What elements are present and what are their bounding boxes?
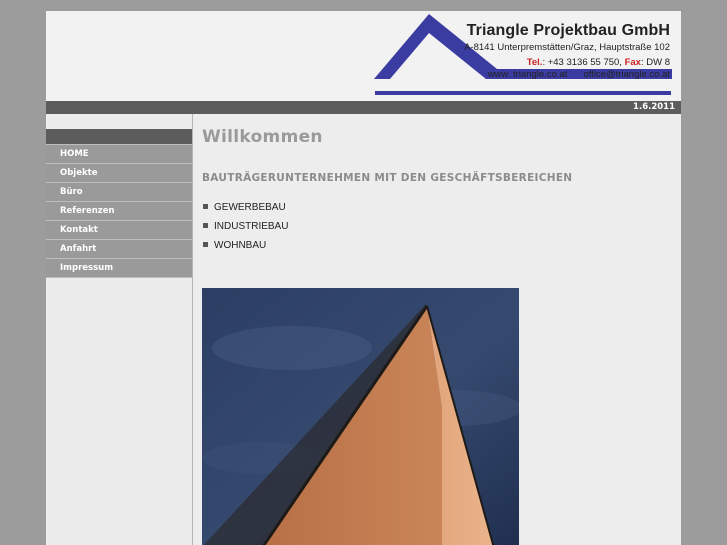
- fax-label: Fax: [624, 57, 641, 68]
- nav-item-buero[interactable]: Büro: [46, 182, 192, 201]
- website-link[interactable]: www. triangle.co.at: [488, 69, 568, 80]
- logo-underline: [375, 91, 671, 95]
- company-name: Triangle Projektbau GmbH: [466, 22, 670, 39]
- list-item-label: INDUSTRIEBAU: [214, 221, 289, 232]
- list-item-label: GEWERBEBAU: [214, 202, 286, 213]
- nav-item-referenzen[interactable]: Referenzen: [46, 201, 192, 220]
- company-web: www. triangle.co.at office@triangle.co.at: [464, 69, 670, 80]
- sidebar-header-bar: [46, 129, 192, 144]
- email-link[interactable]: office@triangle.co.at: [583, 69, 670, 80]
- nav-item-kontakt[interactable]: Kontakt: [46, 220, 192, 239]
- main-nav: HOME Objekte Büro Referenzen Kontakt Anf…: [46, 144, 192, 278]
- nav-item-anfahrt[interactable]: Anfahrt: [46, 239, 192, 258]
- list-item: INDUSTRIEBAU: [202, 217, 672, 236]
- header: Triangle Projektbau GmbH A-8141 Unterpre…: [46, 11, 681, 101]
- tel-label: Tel.: [526, 57, 543, 68]
- list-item: GEWERBEBAU: [202, 198, 672, 217]
- nav-item-home[interactable]: HOME: [46, 144, 192, 163]
- square-bullet-icon: [203, 241, 208, 247]
- list-item-label: WOHNBAU: [214, 240, 267, 251]
- fax-value: : DW 8: [640, 57, 670, 68]
- company-phone: Tel.: +43 3136 55 750, Fax: DW 8: [464, 57, 670, 68]
- date-label: 1.6.2011: [633, 102, 675, 112]
- nav-item-impressum[interactable]: Impressum: [46, 258, 192, 278]
- tel-value: : +43 3136 55 750,: [542, 57, 622, 68]
- sidebar: HOME Objekte Büro Referenzen Kontakt Anf…: [46, 114, 193, 545]
- page-container: Triangle Projektbau GmbH A-8141 Unterpre…: [46, 11, 681, 545]
- nav-item-objekte[interactable]: Objekte: [46, 163, 192, 182]
- business-areas-heading: BAUTRÄGERUNTERNEHMEN MIT DEN GESCHÄFTSBE…: [202, 172, 573, 184]
- list-item: WOHNBAU: [202, 236, 672, 255]
- page-title: Willkommen: [202, 127, 323, 147]
- company-info: Triangle Projektbau GmbH A-8141 Unterpre…: [464, 11, 670, 80]
- date-bar: 1.6.2011: [46, 101, 681, 114]
- company-address: A-8141 Unterpremstätten/Graz, Hauptstraß…: [464, 42, 670, 53]
- square-bullet-icon: [203, 203, 208, 209]
- main-content: Willkommen BAUTRÄGERUNTERNEHMEN MIT DEN …: [202, 114, 672, 545]
- business-areas-list: GEWERBEBAU INDUSTRIEBAU WOHNBAU: [202, 198, 672, 255]
- building-photo: [202, 288, 519, 545]
- square-bullet-icon: [203, 222, 208, 228]
